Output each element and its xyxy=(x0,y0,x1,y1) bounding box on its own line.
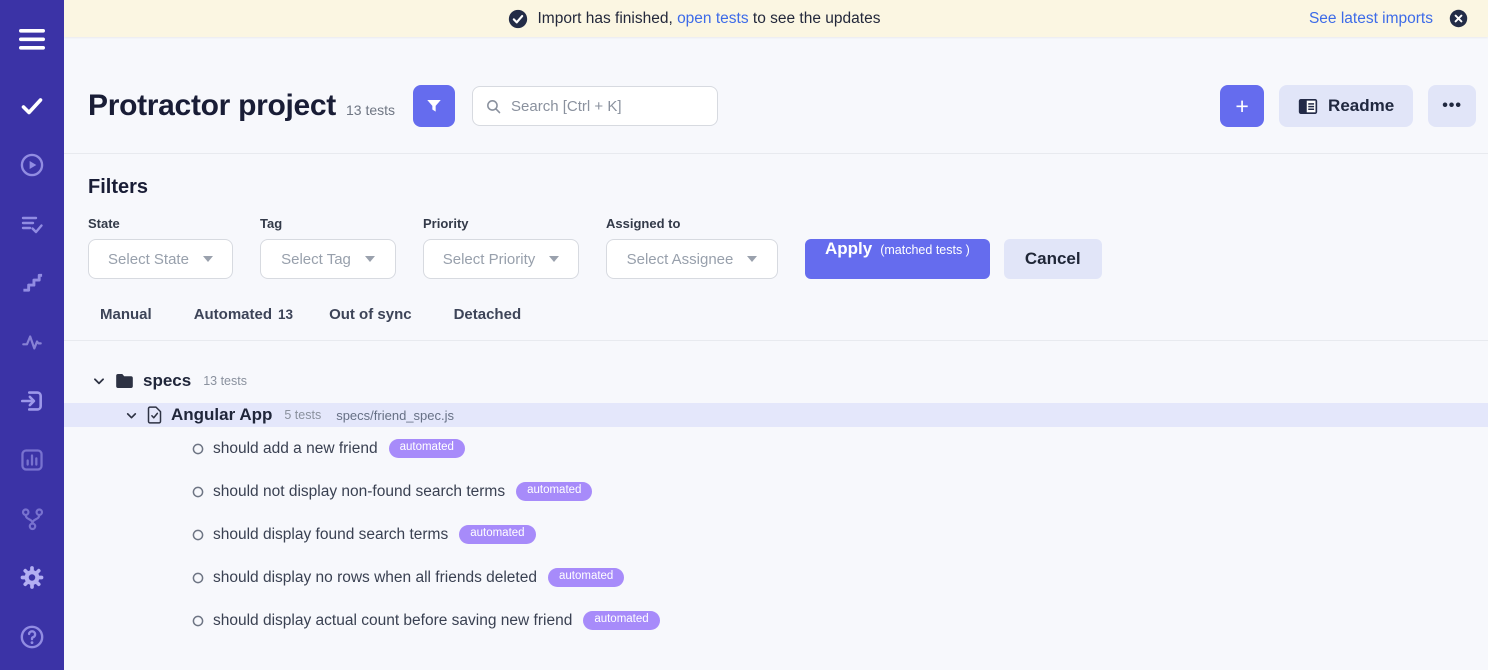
page-title: Protractor project xyxy=(88,89,336,123)
notification-banner: Import has finished, open tests to see t… xyxy=(64,0,1488,37)
apply-button[interactable]: Apply (matched tests ) xyxy=(805,239,990,279)
analytics-icon[interactable] xyxy=(19,329,45,354)
steps-icon[interactable] xyxy=(19,270,45,295)
test-row[interactable]: should display found search terms automa… xyxy=(64,513,1488,556)
test-circle-icon xyxy=(192,486,204,498)
assignee-select[interactable]: Select Assignee xyxy=(606,239,778,279)
test-title: should add a new friend xyxy=(213,440,378,458)
search-input[interactable] xyxy=(511,98,710,115)
caret-down-icon xyxy=(365,256,375,262)
filter-field-priority: Priority Select Priority xyxy=(423,216,579,279)
menu-icon[interactable] xyxy=(19,27,45,52)
filter-field-tag: Tag Select Tag xyxy=(260,216,396,279)
folder-tests-count: 13 tests xyxy=(203,374,247,388)
branches-icon[interactable] xyxy=(19,506,45,531)
sidebar xyxy=(0,0,64,670)
tab-detached[interactable]: Detached xyxy=(454,306,528,323)
readme-button[interactable]: Readme xyxy=(1279,85,1413,127)
automated-badge: automated xyxy=(548,568,624,587)
test-circle-icon xyxy=(192,572,204,584)
test-plans-icon[interactable] xyxy=(19,211,45,236)
banner-close-icon[interactable] xyxy=(1449,9,1468,28)
priority-label: Priority xyxy=(423,216,579,231)
assigned-to-label: Assigned to xyxy=(606,216,778,231)
tab-out-of-sync[interactable]: Out of sync xyxy=(329,306,418,323)
folder-row-specs[interactable]: specs 13 tests xyxy=(64,365,1488,397)
caret-down-icon xyxy=(747,256,757,262)
test-circle-icon xyxy=(192,615,204,627)
filter-button[interactable] xyxy=(413,85,455,127)
test-circle-icon xyxy=(192,529,204,541)
tag-select[interactable]: Select Tag xyxy=(260,239,396,279)
automated-badge: automated xyxy=(583,611,659,630)
import-icon[interactable] xyxy=(19,388,45,413)
see-latest-imports-link[interactable]: See latest imports xyxy=(1309,10,1433,28)
test-row[interactable]: should add a new friend automated xyxy=(64,427,1488,470)
cancel-button[interactable]: Cancel xyxy=(1004,239,1102,279)
chevron-down-icon[interactable] xyxy=(92,374,106,388)
project-header: Protractor project 13 tests + xyxy=(64,37,1488,154)
priority-select[interactable]: Select Priority xyxy=(423,239,579,279)
settings-icon[interactable] xyxy=(19,565,45,590)
help-icon[interactable] xyxy=(19,624,45,649)
filter-field-state: State Select State xyxy=(88,216,233,279)
folder-name: specs xyxy=(143,371,191,391)
tab-automated[interactable]: Automated13 xyxy=(194,306,293,323)
suite-row-angular-app[interactable]: Angular App 5 tests specs/friend_spec.js xyxy=(64,403,1488,427)
test-row[interactable]: should display actual count before savin… xyxy=(64,599,1488,642)
test-row[interactable]: should display no rows when all friends … xyxy=(64,556,1488,599)
tests-icon[interactable] xyxy=(19,93,45,118)
filters-heading: Filters xyxy=(88,176,1464,199)
test-tree: specs 13 tests Angular App 5 tests specs… xyxy=(64,341,1488,642)
project-tests-count: 13 tests xyxy=(346,102,395,118)
test-circle-icon xyxy=(192,443,204,455)
test-title: should display found search terms xyxy=(213,526,448,544)
state-label: State xyxy=(88,216,233,231)
test-title: should display actual count before savin… xyxy=(213,612,572,630)
filters-panel: Filters State Select State Tag Select Ta… xyxy=(64,154,1488,341)
chevron-down-icon[interactable] xyxy=(125,409,138,422)
automated-badge: automated xyxy=(459,525,535,544)
tab-manual[interactable]: Manual xyxy=(100,306,158,323)
tag-label: Tag xyxy=(260,216,396,231)
more-options-button[interactable]: ••• xyxy=(1428,85,1476,127)
readme-book-icon xyxy=(1298,98,1318,115)
caret-down-icon xyxy=(203,256,213,262)
state-select[interactable]: Select State xyxy=(88,239,233,279)
import-success-icon xyxy=(508,9,528,29)
main-content: Protractor project 13 tests + xyxy=(64,0,1488,642)
test-title: should not display non-found search term… xyxy=(213,483,505,501)
banner-message: Import has finished, open tests to see t… xyxy=(537,10,880,28)
caret-down-icon xyxy=(549,256,559,262)
test-title: should display no rows when all friends … xyxy=(213,569,537,587)
search-box xyxy=(472,86,718,126)
suite-tests-count: 5 tests xyxy=(284,408,321,422)
folder-icon xyxy=(115,373,134,389)
search-icon xyxy=(485,98,502,115)
readme-label: Readme xyxy=(1328,96,1394,116)
test-row[interactable]: should not display non-found search term… xyxy=(64,470,1488,513)
suite-name: Angular App xyxy=(171,405,272,425)
test-type-tabs: Manual Automated13 Out of sync Detached xyxy=(64,279,1488,341)
automated-badge: automated xyxy=(389,439,465,458)
filter-field-assignee: Assigned to Select Assignee xyxy=(606,216,778,279)
funnel-icon xyxy=(425,97,443,115)
suite-file-path: specs/friend_spec.js xyxy=(336,408,454,423)
automated-badge: automated xyxy=(516,482,592,501)
add-button[interactable]: + xyxy=(1220,85,1264,127)
open-tests-link[interactable]: open tests xyxy=(677,10,749,27)
spec-file-icon xyxy=(147,406,162,424)
reports-icon[interactable] xyxy=(19,447,45,472)
runs-icon[interactable] xyxy=(19,152,45,177)
